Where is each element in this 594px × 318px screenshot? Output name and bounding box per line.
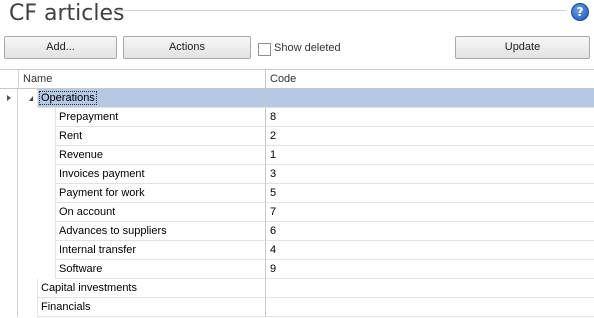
- tree-indent: [18, 146, 56, 165]
- column-header-row: Name Code: [0, 70, 594, 89]
- column-header-name[interactable]: Name: [23, 73, 52, 85]
- cell-name-text: Operations: [39, 91, 97, 105]
- table-row[interactable]: Software 9: [0, 260, 594, 279]
- cell-name-text: Software: [59, 263, 103, 275]
- cell-code-text: 4: [270, 244, 277, 256]
- column-separator[interactable]: [265, 70, 266, 88]
- tree-indent: [18, 298, 38, 317]
- cell-code[interactable]: [265, 89, 594, 108]
- tree-indent: [18, 203, 56, 222]
- header: CF articles ?: [0, 0, 594, 31]
- cell-code[interactable]: 6: [265, 222, 594, 241]
- cell-name-text: Prepayment: [59, 111, 119, 123]
- table-row[interactable]: Invoices payment 3: [0, 165, 594, 184]
- row-indicator-arrow-icon: [7, 95, 11, 101]
- page-title: CF articles: [9, 1, 125, 26]
- cell-code-text: 1: [270, 149, 277, 161]
- table-row[interactable]: Revenue 1: [0, 146, 594, 165]
- cell-code[interactable]: 3: [265, 165, 594, 184]
- tree-indent: [18, 260, 56, 279]
- table-row[interactable]: Operations: [0, 89, 594, 108]
- table-row[interactable]: Financials: [0, 298, 594, 317]
- row-indicator[interactable]: [0, 184, 18, 203]
- cell-code-text: 5: [270, 187, 277, 199]
- table-row[interactable]: Prepayment 8: [0, 108, 594, 127]
- update-button[interactable]: Update: [455, 36, 590, 59]
- row-indicator[interactable]: [0, 146, 18, 165]
- cell-code[interactable]: 5: [265, 184, 594, 203]
- cell-name-text: Payment for work: [59, 187, 145, 199]
- row-indicator[interactable]: [0, 89, 18, 108]
- table-row[interactable]: Advances to suppliers 6: [0, 222, 594, 241]
- table-row[interactable]: Payment for work 5: [0, 184, 594, 203]
- cell-code-text: 3: [270, 168, 277, 180]
- table-row[interactable]: Capital investments: [0, 279, 594, 298]
- cell-name-text: On account: [59, 206, 116, 218]
- cell-name-text: Rent: [59, 130, 83, 142]
- cell-name[interactable]: Prepayment: [56, 108, 265, 127]
- cell-code-text: 8: [270, 111, 277, 123]
- cell-name[interactable]: Revenue: [56, 146, 265, 165]
- tree-indent: [18, 127, 56, 146]
- indicator-header: [0, 70, 19, 88]
- title-divider: [115, 10, 566, 11]
- cell-name[interactable]: On account: [56, 203, 265, 222]
- cell-code[interactable]: 7: [265, 203, 594, 222]
- expander-icon[interactable]: [29, 96, 33, 101]
- column-header-code[interactable]: Code: [270, 73, 296, 85]
- tree-indent: [18, 108, 56, 127]
- cell-name[interactable]: Software: [56, 260, 265, 279]
- cell-name-text: Capital investments: [41, 282, 137, 294]
- tree-indent: [18, 241, 56, 260]
- cell-code[interactable]: [265, 279, 594, 298]
- cell-name[interactable]: Invoices payment: [56, 165, 265, 184]
- tree-indent: [18, 279, 38, 298]
- add-button[interactable]: Add...: [4, 36, 117, 59]
- cell-code-text: 2: [270, 130, 277, 142]
- cell-name[interactable]: Operations: [38, 89, 265, 108]
- cell-code[interactable]: 8: [265, 108, 594, 127]
- tree-indent: [18, 184, 56, 203]
- row-indicator[interactable]: [0, 108, 18, 127]
- row-indicator[interactable]: [0, 165, 18, 184]
- cell-name-text: Revenue: [59, 149, 104, 161]
- show-deleted-checkbox[interactable]: [258, 43, 271, 56]
- row-indicator[interactable]: [0, 127, 18, 146]
- tree-indent: [18, 222, 56, 241]
- cell-code[interactable]: [265, 298, 594, 317]
- actions-button[interactable]: Actions: [123, 36, 251, 59]
- cell-name-text: Internal transfer: [59, 244, 137, 256]
- cell-code[interactable]: 9: [265, 260, 594, 279]
- cell-code[interactable]: 2: [265, 127, 594, 146]
- cell-code-text: 6: [270, 225, 277, 237]
- tree-indent: [18, 165, 56, 184]
- table-row[interactable]: Internal transfer 4: [0, 241, 594, 260]
- cell-name-text: Financials: [41, 301, 91, 313]
- row-indicator[interactable]: [0, 241, 18, 260]
- table-row[interactable]: Rent 2: [0, 127, 594, 146]
- toolbar: Add... Actions Show deleted Update: [0, 31, 594, 69]
- cell-code-text: 9: [270, 263, 277, 275]
- cell-name-text: Advances to suppliers: [59, 225, 167, 237]
- cell-name[interactable]: Rent: [56, 127, 265, 146]
- cell-name[interactable]: Internal transfer: [56, 241, 265, 260]
- cell-code-text: 7: [270, 206, 277, 218]
- row-indicator[interactable]: [0, 298, 18, 317]
- articles-tree-grid[interactable]: Name Code Operations Prepayment 8 Rent 2 Reve…: [0, 69, 594, 318]
- cell-code[interactable]: 4: [265, 241, 594, 260]
- row-indicator[interactable]: [0, 203, 18, 222]
- cell-name[interactable]: Capital investments: [38, 279, 265, 298]
- cell-code[interactable]: 1: [265, 146, 594, 165]
- table-row[interactable]: On account 7: [0, 203, 594, 222]
- cell-name[interactable]: Payment for work: [56, 184, 265, 203]
- tree-indent: [18, 89, 38, 108]
- cell-name-text: Invoices payment: [59, 168, 145, 180]
- row-indicator[interactable]: [0, 279, 18, 298]
- show-deleted-label[interactable]: Show deleted: [274, 42, 341, 54]
- cell-name[interactable]: Financials: [38, 298, 265, 317]
- help-icon[interactable]: ?: [571, 3, 589, 21]
- row-indicator[interactable]: [0, 260, 18, 279]
- cell-name[interactable]: Advances to suppliers: [56, 222, 265, 241]
- row-indicator[interactable]: [0, 222, 18, 241]
